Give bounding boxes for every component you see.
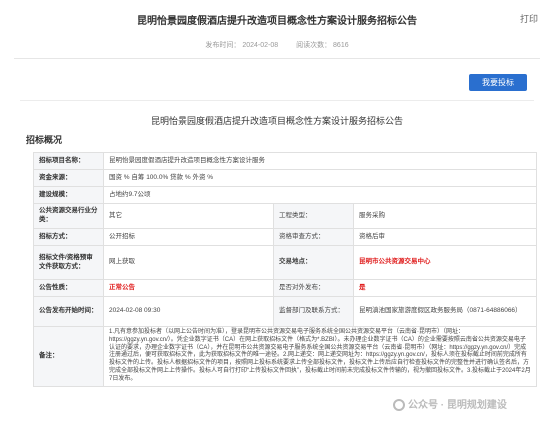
start-time-value: 2024-02-08 09:30 — [103, 296, 274, 327]
nature-value: 正常公告 — [103, 279, 274, 297]
obtain-label: 招标文件/资格预审文件获取方式： — [33, 245, 104, 280]
tender-info-table: 招标项目名称： 昆明怡景园度假酒店提升改造项目概念性方案设计服务 资金来源： 国… — [33, 152, 537, 387]
scale-value: 占地约9.7公顷 — [103, 186, 537, 204]
dept-label: 监督部门及联系方式： — [273, 296, 354, 327]
apply-bid-button[interactable]: 我要投标 — [469, 74, 527, 91]
bounced-label: 是否对外发布： — [273, 279, 354, 297]
obtain-value: 网上获取 — [103, 245, 274, 280]
method-value: 公开招标 — [103, 228, 274, 246]
article-meta: 发布时间： 2024-02-08 阅读次数： 8616 — [0, 40, 554, 50]
watermark-text: 公众号 · 昆明规划建设 — [408, 400, 507, 411]
dept-value: 昆明滇池国家旅游度假区政务服务局（0871-64886066） — [353, 296, 537, 327]
section-title: 招标概况 — [26, 135, 63, 145]
category-label: 公共资源交易行业分类： — [33, 203, 104, 229]
nature-label: 公告性质： — [33, 279, 104, 297]
project-name-value: 昆明怡景园度假酒店提升改造项目概念性方案设计服务 — [103, 152, 537, 170]
remark-label: 备注： — [33, 326, 104, 387]
publish-time: 发布时间： 2024-02-08 — [205, 42, 279, 49]
project-type-label: 工程类型： — [273, 203, 354, 229]
funding-value: 国资 % 自筹 100.0% 贷款 % 外资 % — [103, 169, 537, 187]
watermark: 公众号 · 昆明规划建设 — [393, 396, 507, 412]
bounced-value: 是 — [353, 279, 537, 297]
print-button[interactable]: 打印 — [520, 12, 538, 25]
funding-label: 资金来源： — [33, 169, 104, 187]
read-count: 阅读次数： 8616 — [296, 42, 349, 49]
category-value: 其它 — [103, 203, 274, 229]
divider — [14, 58, 540, 59]
remark-value: 1.凡有意参加投标者（以网上公告时间为准），登录昆明市公共资源交易电子服务系统全… — [103, 326, 537, 387]
method-label: 招标方式： — [33, 228, 104, 246]
document-title: 昆明怡景园度假酒店提升改造项目概念性方案设计服务招标公告 — [150, 116, 403, 126]
review-label: 资格审查方式： — [273, 228, 354, 246]
venue-value: 昆明市公共资源交易中心 — [353, 245, 537, 280]
divider — [20, 100, 534, 101]
start-time-label: 公告发布开始时间： — [33, 296, 104, 327]
page-header-title: 昆明怡景园度假酒店提升改造项目概念性方案设计服务招标公告 — [137, 16, 417, 27]
venue-label: 交易地点： — [273, 245, 354, 280]
project-name-label: 招标项目名称： — [33, 152, 104, 170]
review-value: 资格后审 — [353, 228, 537, 246]
scale-label: 建设规模： — [33, 186, 104, 204]
wechat-icon — [393, 399, 405, 412]
project-type-value: 服务采购 — [353, 203, 537, 229]
